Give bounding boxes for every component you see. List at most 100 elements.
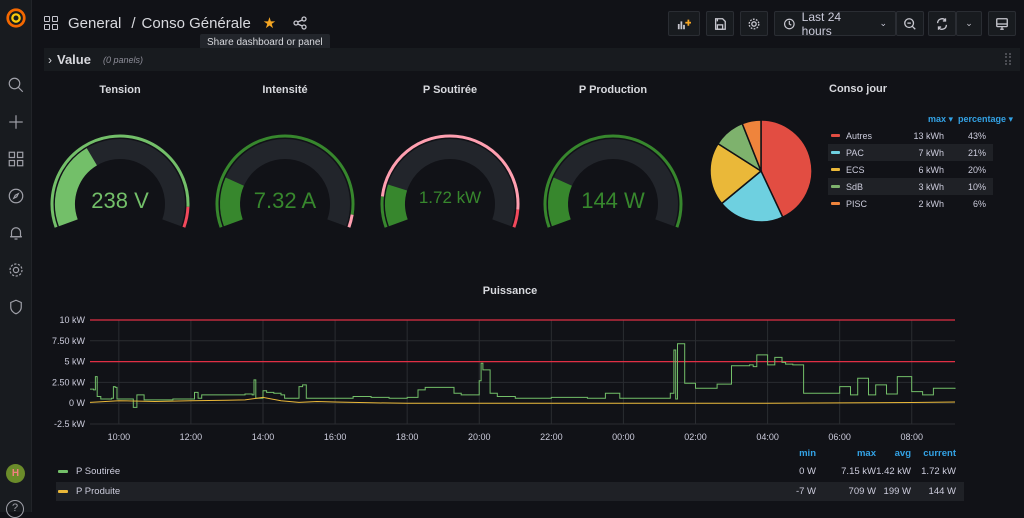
legend-stat-avg: 199 W xyxy=(883,486,911,497)
legend-header-avg[interactable]: avg xyxy=(886,448,911,459)
chevron-right-icon: › xyxy=(48,52,52,67)
compass-icon[interactable] xyxy=(4,184,28,208)
time-range-picker[interactable]: Last 24 hours ⌄ xyxy=(774,9,896,38)
search-icon[interactable] xyxy=(4,73,28,97)
gear-icon[interactable] xyxy=(4,258,28,282)
legend-percentage: 10% xyxy=(967,181,986,192)
legend-series-row[interactable]: P Produite -7 W 709 W 199 W 144 W xyxy=(56,482,964,501)
legend-swatch xyxy=(831,168,840,171)
panel-title: Conso jour xyxy=(829,83,888,95)
breadcrumb-folder[interactable]: General xyxy=(68,15,121,32)
y-tick-label: 2.50 kW xyxy=(52,377,86,387)
dashboard-grid-icon xyxy=(44,16,58,30)
legend-stat-current: 144 W xyxy=(928,486,956,497)
pie-panel-conso-jour: Conso jour max ▾ percentage ▾ Autres 13 … xyxy=(700,80,1024,230)
legend-percentage: 43% xyxy=(967,130,986,141)
plus-icon[interactable] xyxy=(4,110,28,134)
y-tick-label: -2.5 kW xyxy=(54,419,86,429)
pie-chart xyxy=(709,119,813,223)
x-tick-label: 06:00 xyxy=(828,432,851,442)
gauge-panel-2: P Soutirée 1.72 kW xyxy=(370,80,530,230)
legend-header-current[interactable]: current xyxy=(916,448,956,459)
x-tick-label: 12:00 xyxy=(180,432,203,442)
legend-swatch xyxy=(831,134,840,137)
drag-handle[interactable] xyxy=(1005,53,1012,65)
top-bar: General / Conso Générale ★ Share dashboa… xyxy=(32,0,1024,51)
legend-max: 6 kWh xyxy=(918,164,944,175)
y-tick-label: 0 W xyxy=(69,398,86,408)
settings-button[interactable] xyxy=(740,11,768,36)
series-line-p-soutiree xyxy=(90,343,956,408)
zoom-out-button[interactable] xyxy=(896,11,924,36)
legend-item[interactable]: ECS 6 kWh 20% xyxy=(828,161,993,178)
shield-icon[interactable] xyxy=(4,295,28,319)
x-tick-label: 14:00 xyxy=(252,432,275,442)
x-tick-label: 10:00 xyxy=(108,432,131,442)
x-tick-label: 20:00 xyxy=(468,432,491,442)
x-tick-label: 04:00 xyxy=(756,432,779,442)
breadcrumb: General / Conso Générale ★ xyxy=(44,14,308,32)
legend-series-row[interactable]: P Soutirée 0 W 7.15 kW 1.42 kW 1.72 kW xyxy=(56,462,964,481)
gauge-panel-3: P Production 144 W xyxy=(533,80,693,230)
chevron-down-icon: ⌄ xyxy=(965,18,973,28)
legend-stat-max: 709 W xyxy=(848,486,876,497)
legend-swatch xyxy=(831,202,840,205)
gauge-value: 1.72 kW xyxy=(418,188,482,207)
tv-mode-button[interactable] xyxy=(988,11,1016,36)
legend-max: 13 kWh xyxy=(913,130,944,141)
legend-item[interactable]: Autres 13 kWh 43% xyxy=(828,127,993,144)
timeseries-panel-puissance: Puissance 10 kW 7.50 kW 5 kW 2.50 kW 0 W -2.5… xyxy=(40,285,1024,445)
time-range-label: Last 24 hours xyxy=(801,9,842,38)
x-tick-label: 16:00 xyxy=(324,432,347,442)
legend-swatch xyxy=(831,151,840,154)
row-title: Value xyxy=(57,52,91,67)
legend-label: ECS xyxy=(846,164,865,175)
help-icon[interactable]: ? xyxy=(6,500,24,518)
avatar[interactable]: H xyxy=(6,464,25,483)
x-tick-label: 08:00 xyxy=(900,432,923,442)
legend-swatch xyxy=(58,470,68,473)
dashboard-row-value[interactable]: › Value (0 panels) xyxy=(44,48,1020,71)
gauge-value: 238 V xyxy=(91,188,149,213)
gauge-track xyxy=(385,139,515,227)
legend-header-min[interactable]: min xyxy=(796,448,816,459)
legend-item[interactable]: PISC 2 kWh 6% xyxy=(828,195,993,212)
legend-stat-current: 1.72 kW xyxy=(921,466,956,477)
legend-header-max[interactable]: max xyxy=(836,448,876,459)
chevron-down-icon: ⌄ xyxy=(879,18,887,28)
save-button[interactable] xyxy=(706,11,734,36)
x-tick-label: 00:00 xyxy=(612,432,635,442)
legend-header-percentage[interactable]: percentage ▾ xyxy=(958,114,1013,125)
grafana-logo-icon[interactable] xyxy=(4,6,28,30)
dashboard-title[interactable]: Conso Générale xyxy=(142,15,251,32)
legend-max: 2 kWh xyxy=(918,198,944,209)
refresh-button[interactable] xyxy=(928,11,956,36)
clock-icon xyxy=(783,18,795,29)
legend-stat-min: -7 W xyxy=(795,486,816,497)
legend-swatch xyxy=(58,490,68,493)
legend-label: SdB xyxy=(846,181,864,192)
legend-max: 7 kWh xyxy=(918,147,944,158)
legend-header-max[interactable]: max ▾ xyxy=(903,114,953,125)
legend-series-name: P Produite xyxy=(76,486,121,497)
legend-percentage: 6% xyxy=(972,198,986,209)
legend-item[interactable]: SdB 3 kWh 10% xyxy=(828,178,993,195)
bell-icon[interactable] xyxy=(4,221,28,245)
gauge-value: 144 W xyxy=(581,188,645,213)
share-icon[interactable] xyxy=(292,15,308,31)
legend-label: PISC xyxy=(846,198,868,209)
add-panel-button[interactable] xyxy=(668,11,700,36)
legend-stat-max: 7.15 kW xyxy=(841,466,876,477)
y-tick-label: 5 kW xyxy=(64,357,85,367)
legend-series-name: P Soutirée xyxy=(76,466,121,477)
sidebar: H ? xyxy=(0,0,32,518)
grid-icon[interactable] xyxy=(4,147,28,171)
gauge-panel-0: Tension 238 V xyxy=(40,80,200,230)
legend-percentage: 20% xyxy=(967,164,986,175)
refresh-interval-dropdown[interactable]: ⌄ xyxy=(956,11,982,36)
gauge-threshold-arc xyxy=(347,214,354,228)
timeseries-chart[interactable]: 10 kW 7.50 kW 5 kW 2.50 kW 0 W -2.5 kW 10:00 12… xyxy=(40,285,1024,445)
legend-item[interactable]: PAC 7 kWh 21% xyxy=(828,144,993,161)
star-icon[interactable]: ★ xyxy=(263,14,276,32)
row-panel-count: (0 panels) xyxy=(102,54,143,65)
